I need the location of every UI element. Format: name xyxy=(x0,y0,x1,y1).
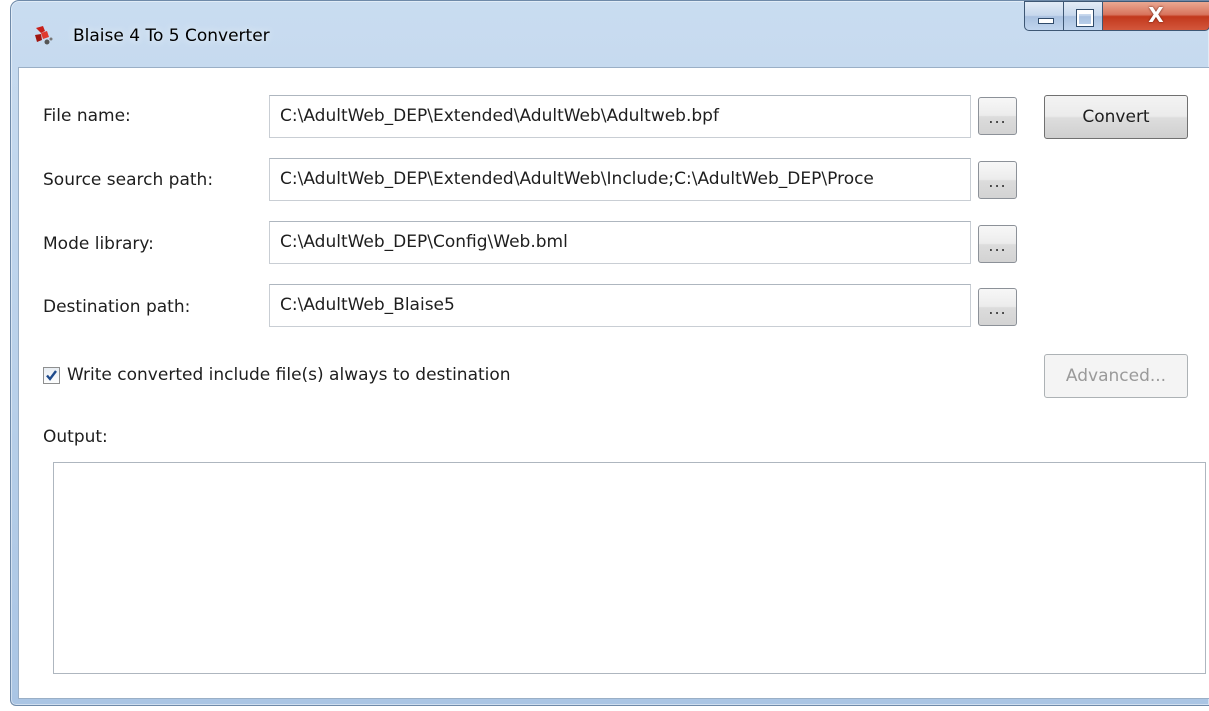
output-label: Output: xyxy=(43,427,108,447)
checkmark-icon xyxy=(46,370,57,381)
close-button[interactable]: X xyxy=(1102,1,1209,31)
maximize-icon xyxy=(1076,9,1094,27)
app-window: Blaise 4 To 5 Converter X File name: C:\… xyxy=(10,0,1209,706)
write-include-checkbox[interactable] xyxy=(43,367,60,384)
file-name-input[interactable]: C:\AdultWeb_DEP\Extended\AdultWeb\Adultw… xyxy=(269,95,971,138)
title-bar[interactable]: Blaise 4 To 5 Converter X xyxy=(11,1,1209,67)
source-search-path-browse-button[interactable]: ... xyxy=(978,161,1017,199)
mode-library-browse-button[interactable]: ... xyxy=(978,225,1017,263)
window-title: Blaise 4 To 5 Converter xyxy=(73,26,270,46)
close-icon: X xyxy=(1148,3,1164,27)
minimize-button[interactable] xyxy=(1024,1,1064,31)
output-textbox[interactable] xyxy=(53,462,1206,674)
destination-path-label: Destination path: xyxy=(43,297,191,317)
maximize-button[interactable] xyxy=(1063,1,1103,31)
blaise-app-icon xyxy=(35,26,53,45)
mode-library-label: Mode library: xyxy=(43,234,154,254)
source-search-path-input[interactable]: C:\AdultWeb_DEP\Extended\AdultWeb\Includ… xyxy=(269,158,971,201)
mode-library-input[interactable]: C:\AdultWeb_DEP\Config\Web.bml xyxy=(269,221,971,264)
dialog-body: File name: C:\AdultWeb_DEP\Extended\Adul… xyxy=(18,67,1209,699)
write-include-checkbox-label[interactable]: Write converted include file(s) always t… xyxy=(67,365,511,385)
destination-path-browse-button[interactable]: ... xyxy=(978,288,1017,326)
source-search-path-label: Source search path: xyxy=(43,170,214,190)
destination-path-input[interactable]: C:\AdultWeb_Blaise5 xyxy=(269,284,971,327)
minimize-icon xyxy=(1038,18,1054,24)
convert-button[interactable]: Convert xyxy=(1044,95,1188,139)
file-name-browse-button[interactable]: ... xyxy=(978,97,1017,135)
advanced-button[interactable]: Advanced... xyxy=(1044,354,1188,398)
file-name-label: File name: xyxy=(43,106,131,126)
